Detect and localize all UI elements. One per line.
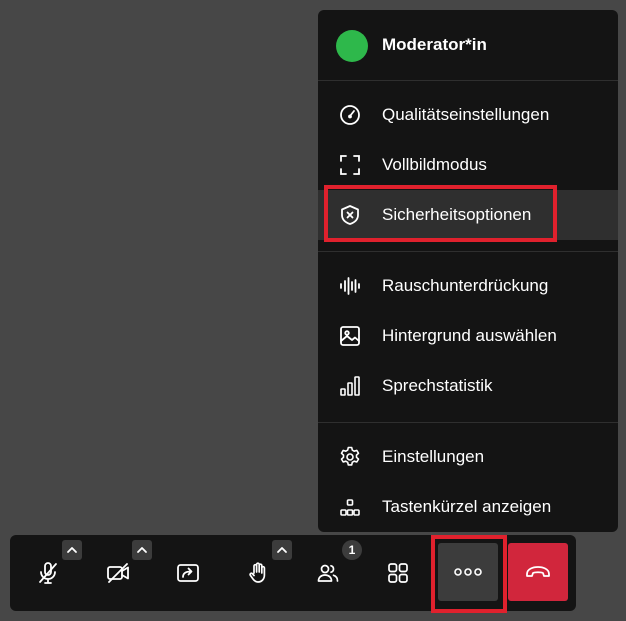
menu-item-label: Hintergrund auswählen (382, 326, 557, 345)
hang-up-icon (526, 566, 550, 577)
tile-view-button[interactable] (369, 548, 427, 598)
participant-count-badge: 1 (342, 540, 362, 560)
camera-off-icon (106, 561, 130, 585)
microphone-muted-icon (36, 561, 60, 585)
raise-hand-options-caret[interactable] (272, 540, 292, 560)
participants-icon (316, 561, 340, 585)
menu-item-quality-settings[interactable]: Qualitätseinstellungen (318, 90, 618, 140)
menu-item-fullscreen[interactable]: Vollbildmodus (318, 140, 618, 190)
menu-item-label: Rauschunterdrückung (382, 276, 549, 295)
camera-options-caret[interactable] (132, 540, 152, 560)
chevron-up-icon (277, 547, 287, 553)
menu-item-settings[interactable]: Einstellungen (318, 432, 618, 482)
menu-item-label: Qualitätseinstellungen (382, 105, 550, 124)
image-icon (338, 324, 362, 348)
menu-divider (318, 422, 618, 423)
menu-divider (318, 80, 618, 81)
menu-item-speaker-stats[interactable]: Sprechstatistik (318, 361, 618, 411)
menu-item-label: Einstellungen (382, 447, 485, 466)
menu-item-noise-suppression[interactable]: Rauschunterdrückung (318, 261, 618, 311)
menu-item-keyboard-shortcuts[interactable]: Tastenkürzel anzeigen (318, 482, 618, 532)
menu-item-label: Tastenkürzel anzeigen (382, 497, 552, 516)
microphone-options-caret[interactable] (62, 540, 82, 560)
bar-chart-icon (338, 374, 362, 398)
screen-share-button[interactable] (159, 548, 217, 598)
chevron-up-icon (137, 547, 147, 553)
participant-status-dot (336, 30, 368, 62)
hand-icon (246, 561, 270, 585)
menu-item-select-background[interactable]: Hintergrund auswählen (318, 311, 618, 361)
more-button-annotation-box (431, 535, 507, 613)
menu-header: Moderator*in (318, 10, 618, 80)
noise-suppression-icon (338, 274, 362, 298)
tile-view-icon (386, 561, 410, 585)
gauge-icon (338, 103, 362, 127)
menu-divider (318, 251, 618, 252)
menu-item-label: Vollbildmodus (382, 155, 487, 174)
gear-icon (338, 445, 362, 469)
overflow-menu: Moderator*in Qualitätseinstellungen Voll… (318, 10, 618, 532)
menu-item-label: Sprechstatistik (382, 376, 493, 395)
highlight-annotation-box (324, 185, 557, 242)
participant-name: Moderator*in (382, 35, 487, 54)
fullscreen-icon (338, 153, 362, 177)
hang-up-button[interactable] (508, 543, 568, 601)
screen-share-icon (176, 561, 200, 585)
keyboard-shortcuts-icon (338, 495, 362, 519)
chevron-up-icon (67, 547, 77, 553)
